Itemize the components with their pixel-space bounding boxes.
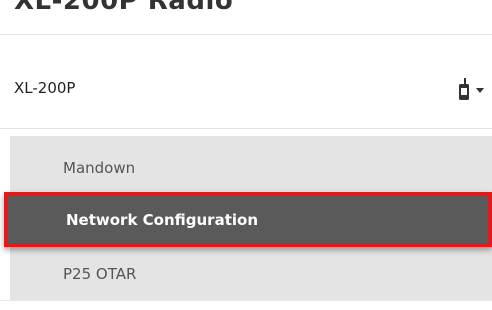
menu-item-mandown[interactable]: Mandown xyxy=(10,142,492,194)
menu-item-network-configuration[interactable]: Network Configuration xyxy=(4,192,492,247)
divider xyxy=(0,34,492,35)
device-name: XL-200P xyxy=(14,79,76,97)
device-menu: Mandown Network Configuration P25 OTAR xyxy=(4,136,492,300)
radio-icon[interactable] xyxy=(455,78,473,100)
menu-item-p25-otar[interactable]: P25 OTAR xyxy=(10,248,492,300)
app-page: XL-200P Radio XL-200P Mandown Network Co… xyxy=(0,0,492,310)
divider xyxy=(0,128,492,129)
device-selector[interactable]: XL-200P xyxy=(0,58,492,118)
page-title-clipped: XL-200P Radio xyxy=(14,0,234,16)
chevron-down-icon[interactable] xyxy=(475,87,485,95)
divider xyxy=(0,300,492,301)
